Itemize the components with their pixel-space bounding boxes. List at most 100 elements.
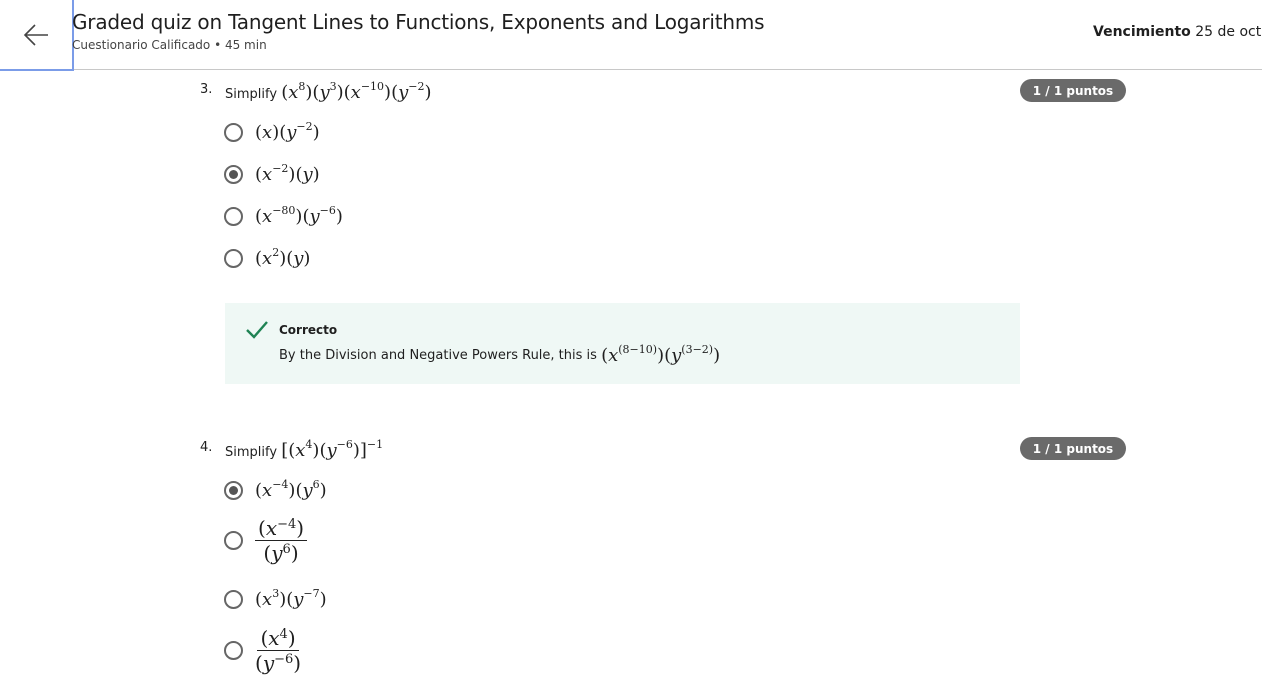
math-variable: x	[608, 345, 619, 366]
math-variable: y	[271, 541, 283, 565]
math-exponent: −2	[408, 80, 425, 93]
math-paren: )	[319, 480, 327, 501]
math-variable: y	[326, 440, 337, 461]
option-fraction: (x−4) (y6)	[255, 516, 308, 565]
back-button[interactable]	[0, 0, 74, 71]
math-variable: x	[262, 164, 273, 185]
math-paren: )	[335, 206, 343, 227]
math-variable: x	[262, 122, 273, 143]
math-exponent: −80	[272, 204, 296, 217]
math-variable: x	[295, 440, 306, 461]
math-variable: y	[671, 345, 682, 366]
math-paren: )	[312, 122, 320, 143]
prompt-text: Simplify	[225, 445, 278, 460]
math-paren: )	[287, 626, 296, 650]
math-variable: y	[302, 164, 313, 185]
prompt-math: (x8)(y3)(x−10)(y−2)	[281, 80, 432, 103]
math-variable: y	[398, 82, 409, 103]
math-bracket: ]	[359, 440, 367, 461]
math-paren: (	[255, 651, 263, 675]
math-variable: x	[262, 480, 273, 501]
math-exponent: −4	[272, 478, 289, 491]
math-paren: (	[258, 516, 266, 540]
option-3a[interactable]: (x)(y−2)	[224, 120, 320, 143]
math-paren: )	[424, 82, 432, 103]
fraction-numerator: (x−4)	[255, 516, 308, 541]
due-value: 25 de oct. 23	[1195, 24, 1262, 40]
math-variable: x	[350, 82, 361, 103]
math-paren: )	[296, 516, 305, 540]
math-paren: (	[255, 164, 263, 185]
option-3b[interactable]: (x−2)(y)	[224, 162, 320, 185]
due-date: Vencimiento 25 de oct. 23	[1093, 24, 1262, 40]
radio-button[interactable]	[224, 590, 243, 609]
math-variable: y	[293, 248, 304, 269]
math-paren: (	[255, 122, 263, 143]
feedback-status: Correcto	[279, 323, 338, 337]
feedback-math: (x(8−10))(y(3−2))	[601, 343, 720, 366]
radio-button[interactable]	[224, 481, 243, 500]
fraction-numerator: (x4)	[257, 626, 299, 651]
math-exponent: −6	[274, 652, 294, 667]
math-exponent: −6	[336, 438, 353, 451]
option-4d[interactable]: (x4) (y−6)	[224, 626, 301, 675]
radio-button[interactable]	[224, 165, 243, 184]
option-math: (x−80)(y−6)	[255, 204, 343, 227]
radio-button[interactable]	[224, 641, 243, 660]
radio-button[interactable]	[224, 531, 243, 550]
option-3c[interactable]: (x−80)(y−6)	[224, 204, 343, 227]
math-paren: (	[255, 248, 263, 269]
math-exponent: −7	[303, 587, 320, 600]
math-variable: x	[288, 82, 299, 103]
option-math: (x)(y−2)	[255, 120, 320, 143]
math-variable: x	[262, 589, 273, 610]
math-paren: )	[319, 589, 327, 610]
quiz-header: Graded quiz on Tangent Lines to Function…	[0, 0, 1262, 71]
math-variable: y	[309, 206, 320, 227]
radio-button[interactable]	[224, 249, 243, 268]
option-3d[interactable]: (x2)(y)	[224, 247, 311, 269]
math-paren: (	[255, 589, 263, 610]
option-4b[interactable]: (x−4) (y6)	[224, 516, 308, 565]
math-exponent: −1	[366, 438, 384, 451]
option-math: (x3)(y−7)	[255, 587, 327, 610]
math-exponent: (3−2)	[681, 343, 714, 356]
math-variable: y	[319, 82, 330, 103]
fraction-denominator: (y−6)	[255, 651, 301, 675]
question-number: 3.	[200, 82, 213, 97]
math-variable: x	[268, 626, 280, 650]
option-math: (x−4)(y6)	[255, 478, 327, 501]
option-4a[interactable]: (x−4)(y6)	[224, 478, 327, 501]
fraction-denominator: (y6)	[263, 541, 298, 565]
radio-button[interactable]	[224, 123, 243, 142]
math-exponent: (8−10)	[618, 343, 658, 356]
math-variable: y	[293, 589, 304, 610]
option-math: (x2)(y)	[255, 247, 311, 269]
math-paren: )	[293, 651, 302, 675]
option-math: (x−2)(y)	[255, 162, 320, 185]
feedback-text: By the Division and Negative Powers Rule…	[279, 343, 720, 366]
math-paren: )	[303, 248, 311, 269]
quiz-subtitle: Cuestionario Calificado • 45 min	[72, 38, 267, 52]
points-badge: 1 / 1 puntos	[1020, 437, 1126, 460]
arrow-left-icon	[23, 23, 48, 46]
math-exponent: 3	[329, 80, 337, 93]
math-variable: y	[302, 480, 313, 501]
math-exponent: −6	[319, 204, 336, 217]
math-exponent: −2	[296, 120, 313, 133]
question-prompt: Simplify (x8)(y3)(x−10)(y−2)	[225, 80, 432, 103]
math-exponent: −2	[272, 162, 289, 175]
question-number: 4.	[200, 440, 213, 455]
math-exponent: 6	[312, 478, 320, 491]
option-4c[interactable]: (x3)(y−7)	[224, 587, 327, 610]
radio-button[interactable]	[224, 207, 243, 226]
feedback-explanation: By the Division and Negative Powers Rule…	[279, 348, 597, 363]
prompt-text: Simplify	[225, 87, 278, 102]
question-prompt: Simplify [(x4)(y−6)]−1	[225, 438, 384, 461]
math-exponent: −4	[277, 517, 297, 532]
math-variable: y	[262, 651, 275, 675]
due-label: Vencimiento	[1093, 24, 1191, 40]
prompt-math: [(x4)(y−6)]−1	[281, 438, 384, 461]
math-variable: x	[265, 516, 278, 540]
math-paren: )	[336, 82, 344, 103]
